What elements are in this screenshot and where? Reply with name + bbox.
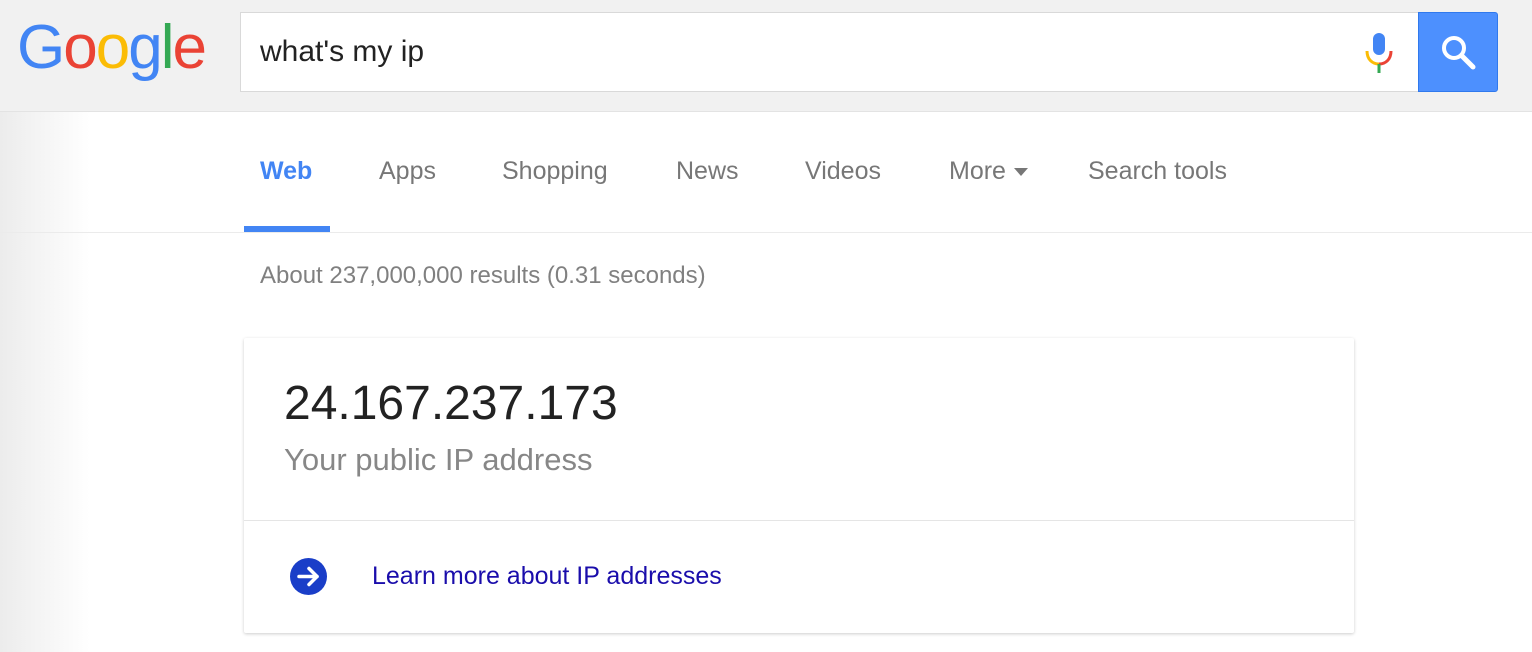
- search-box: [240, 12, 1418, 92]
- arrow-right-circle-icon: [290, 558, 327, 595]
- microphone-icon[interactable]: [1361, 31, 1397, 75]
- ip-address-value: 24.167.237.173: [284, 377, 618, 430]
- logo-letter: o: [95, 13, 131, 82]
- tab-search-tools[interactable]: Search tools: [1088, 112, 1227, 232]
- logo-letter: g: [128, 13, 163, 82]
- tab-more-label: More: [949, 157, 1006, 185]
- ip-address-label: Your public IP address: [284, 442, 593, 477]
- tab-more[interactable]: More: [949, 112, 1028, 232]
- google-logo[interactable]: Google: [17, 12, 207, 84]
- caret-down-icon: [1013, 168, 1028, 177]
- search-icon: [1442, 36, 1476, 70]
- result-stats: About 237,000,000 results (0.31 seconds): [260, 262, 706, 289]
- logo-letter: l: [160, 13, 175, 82]
- search-tabs: Web Apps Shopping News Videos More Searc…: [0, 112, 1532, 233]
- logo-letter: G: [17, 13, 65, 82]
- ip-answer-card: 24.167.237.173 Your public IP address Le…: [244, 338, 1354, 633]
- tab-web[interactable]: Web: [260, 112, 312, 232]
- tab-apps[interactable]: Apps: [379, 112, 436, 232]
- tab-news[interactable]: News: [676, 112, 739, 232]
- search-input[interactable]: [260, 31, 1340, 73]
- search-button[interactable]: [1418, 12, 1498, 92]
- learn-more-link[interactable]: Learn more about IP addresses: [244, 521, 1354, 633]
- logo-letter: e: [172, 13, 207, 82]
- tab-shopping[interactable]: Shopping: [502, 112, 608, 232]
- header: Google: [0, 0, 1532, 112]
- tab-videos[interactable]: Videos: [805, 112, 881, 232]
- active-tab-indicator: [244, 226, 330, 232]
- learn-more-text[interactable]: Learn more about IP addresses: [372, 562, 722, 591]
- logo-letter: o: [63, 13, 98, 82]
